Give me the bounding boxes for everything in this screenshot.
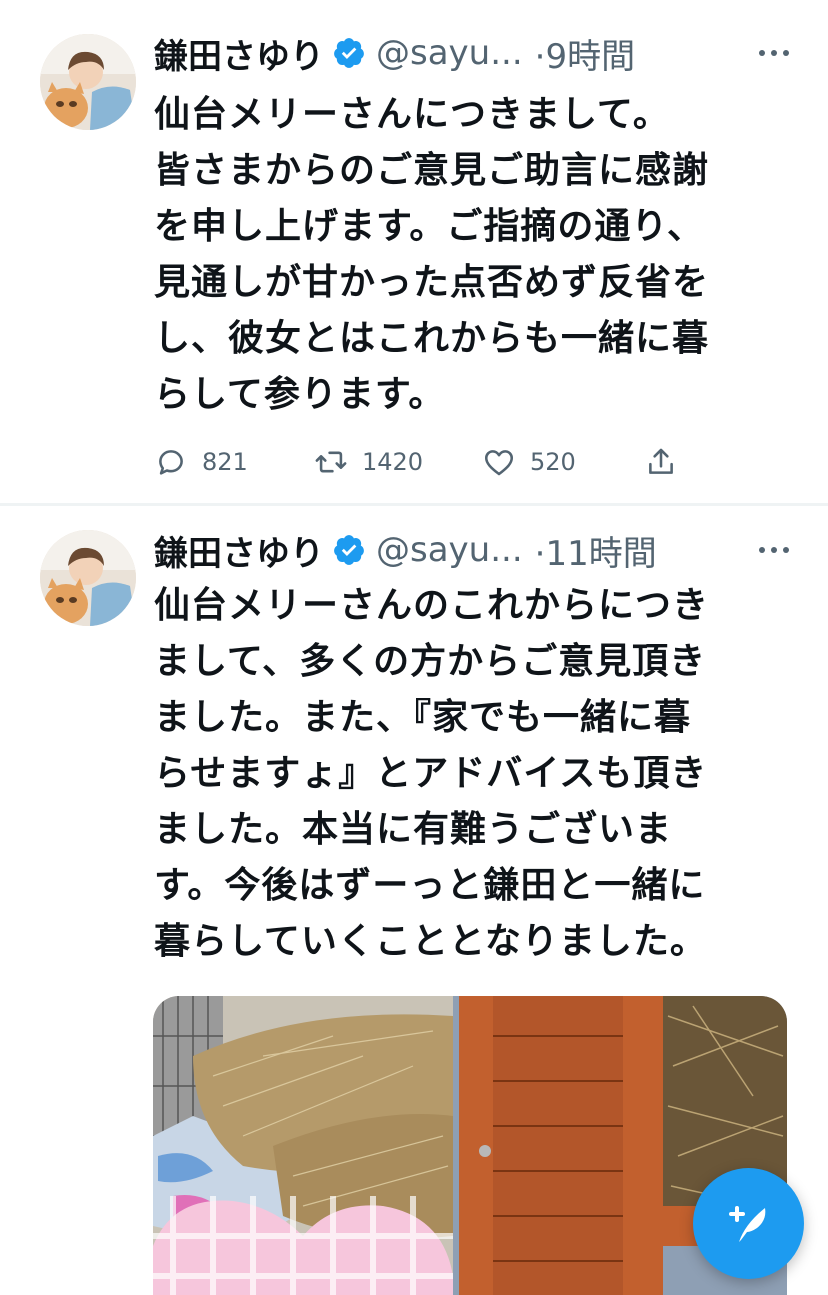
avatar[interactable]: [40, 530, 136, 626]
retweet-icon: [315, 451, 347, 473]
compose-tweet-icon: [728, 1205, 765, 1242]
tweet[interactable]: 鎌田さゆり @sayu... ·11時間 仙台メリーさんのこれからにつき まして…: [0, 506, 828, 1295]
tweet-time[interactable]: ·11時間: [535, 526, 657, 575]
more-horizontal-icon[interactable]: [754, 535, 794, 565]
tweet[interactable]: 鎌田さゆり @sayu... ·9時間 仙台メリーさんにつきまして。 皆さまから…: [0, 0, 828, 505]
tweet-time[interactable]: ·9時間: [535, 29, 635, 78]
heart-icon: [484, 450, 514, 476]
reply-count: 821: [202, 448, 248, 476]
author-name[interactable]: 鎌田さゆり: [154, 29, 324, 78]
share-icon: [649, 448, 673, 474]
reply-bubble-icon: [159, 450, 183, 475]
tweet-media-photo[interactable]: [153, 996, 787, 1295]
more-horizontal-icon[interactable]: [754, 38, 794, 68]
author-handle[interactable]: @sayu...: [376, 33, 523, 73]
author-handle[interactable]: @sayu...: [376, 530, 523, 570]
reply-button[interactable]: 821: [154, 440, 248, 484]
verified-badge-icon: [334, 38, 364, 68]
tweet-actions: 821 1420 520: [154, 440, 694, 484]
like-count: 520: [530, 448, 576, 476]
avatar[interactable]: [40, 34, 136, 130]
tweet-text: 仙台メリーさんのこれからにつき まして、多くの方からご意見頂き ました。また、『…: [154, 585, 710, 962]
tweet-header: 鎌田さゆり @sayu... ·11時間: [154, 526, 794, 575]
retweet-button[interactable]: 1420: [314, 440, 423, 484]
compose-tweet-button[interactable]: [693, 1168, 804, 1279]
verified-badge-icon: [334, 535, 364, 565]
author-name[interactable]: 鎌田さゆり: [154, 526, 324, 575]
like-button[interactable]: 520: [482, 440, 576, 484]
share-button[interactable]: [644, 440, 678, 484]
retweet-count: 1420: [362, 448, 424, 476]
tweet-header: 鎌田さゆり @sayu... ·9時間: [154, 29, 794, 78]
tweet-text: 仙台メリーさんにつきまして。 皆さまからのご意見ご助言に感謝 を申し上げます。ご…: [154, 94, 710, 415]
